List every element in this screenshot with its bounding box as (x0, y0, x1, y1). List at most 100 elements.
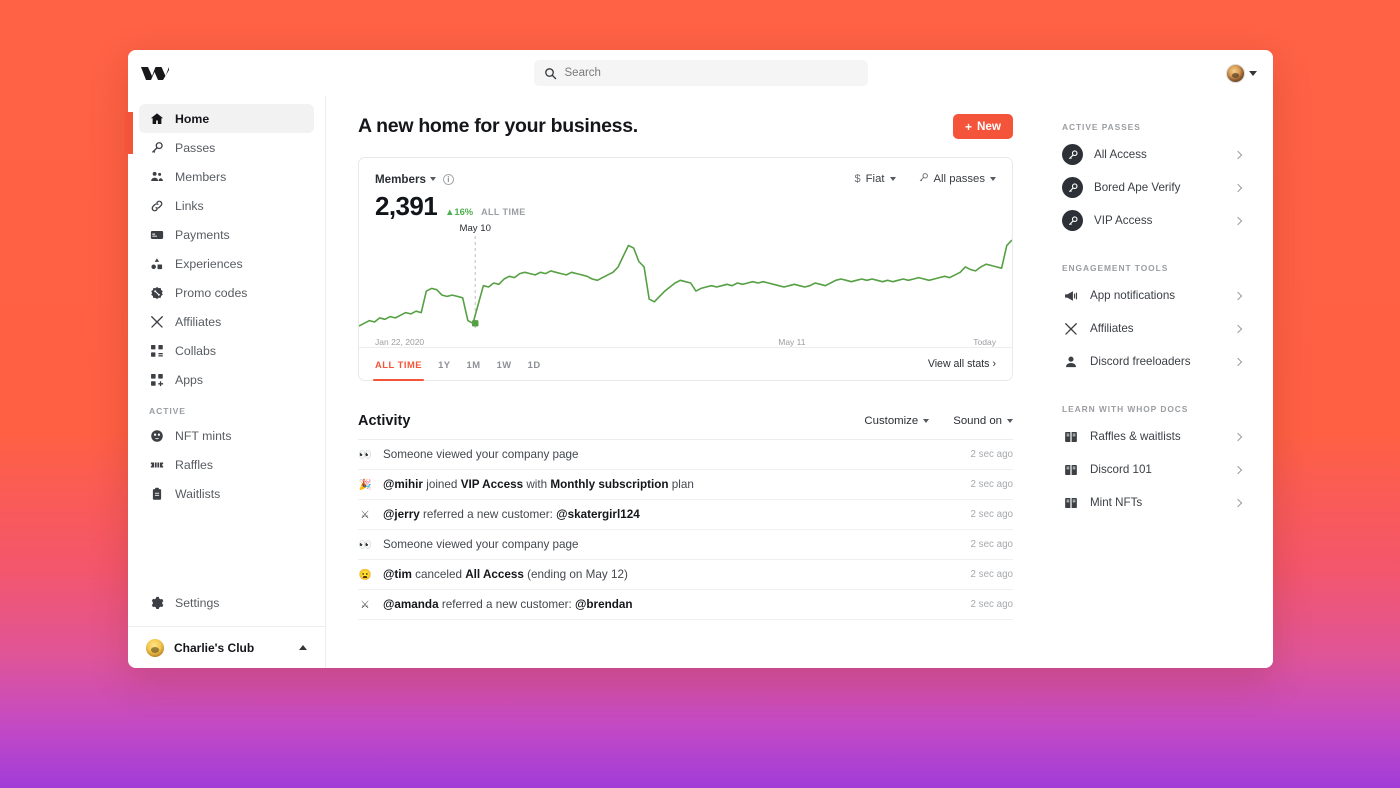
rail-item-all-access[interactable]: All Access (1053, 138, 1249, 171)
passes-filter[interactable]: All passes (918, 172, 996, 186)
activity-row[interactable]: ⚔ @amanda referred a new customer: @brend… (358, 590, 1013, 620)
user-menu[interactable] (1226, 63, 1257, 83)
sidebar-item-payments[interactable]: Payments (139, 220, 314, 249)
currency-filter-label: Fiat (865, 173, 885, 185)
page-title: A new home for your business. (358, 115, 638, 137)
rail-item-raffles-waitlists[interactable]: Raffles & waitlists (1053, 420, 1249, 453)
rail-item-label: App notifications (1090, 289, 1176, 302)
range-tab-1y[interactable]: 1Y (438, 348, 450, 380)
currency-filter[interactable]: $ Fiat (855, 172, 896, 186)
sidebar-item-settings[interactable]: Settings (139, 588, 314, 617)
view-all-label: View all stats (927, 358, 990, 370)
activity-row[interactable]: 😦 @tim canceled All Access (ending on May… (358, 560, 1013, 590)
eyes-emoji: 👀 (358, 449, 372, 461)
rail-item-label: Discord freeloaders (1090, 355, 1191, 368)
activity-timestamp: 2 sec ago (970, 479, 1013, 490)
search-input[interactable] (564, 67, 858, 79)
passes-filter-label: All passes (933, 173, 986, 185)
sidebar-item-label: Collabs (175, 343, 217, 358)
sidebar: Home Passes Members Links Payments Experience… (128, 96, 326, 668)
right-rail: ACTIVE PASSES All Access Bored Ape Verify V… (1043, 114, 1273, 668)
rail-item-label: VIP Access (1094, 214, 1153, 227)
activity-list: 👀 Someone viewed your company page 2 sec a… (358, 439, 1013, 620)
view-all-stats-link[interactable]: View all stats › (928, 358, 996, 370)
rail-item-affiliates[interactable]: Affiliates (1053, 312, 1249, 345)
nft-mint-icon (149, 428, 164, 443)
chevron-right-icon: › (992, 358, 996, 370)
new-button[interactable]: + New (952, 114, 1013, 139)
stat-summary: 2,391 ▲16% ALL TIME (375, 191, 996, 222)
range-tab-1m[interactable]: 1M (467, 348, 481, 380)
activity-timestamp: 2 sec ago (970, 509, 1013, 520)
rail-item-bored-ape-verify[interactable]: Bored Ape Verify (1053, 171, 1249, 204)
sound-dropdown[interactable]: Sound on (953, 415, 1013, 427)
activity-row[interactable]: 👀 Someone viewed your company page 2 sec a… (358, 530, 1013, 560)
sidebar-item-apps[interactable]: Apps (139, 365, 314, 394)
sidebar-item-waitlists[interactable]: Waitlists (139, 479, 314, 508)
home-icon (149, 111, 164, 126)
chart-line-series-members (359, 240, 1012, 326)
crossed-swords-icon (1062, 322, 1079, 336)
activity-row[interactable]: ⚔ @jerry referred a new customer: @skater… (358, 500, 1013, 530)
stats-card: Members i $ Fiat All passes 2,391 ▲16% A… (358, 157, 1013, 381)
rail-item-app-notifications[interactable]: App notifications (1053, 279, 1249, 312)
activity-header: Activity Customize Sound on (358, 413, 1013, 429)
rail-item-discord-freeloaders[interactable]: Discord freeloaders (1053, 345, 1249, 378)
sidebar-item-affiliates[interactable]: Affiliates (139, 307, 314, 336)
sidebar-item-nft-mints[interactable]: NFT mints (139, 421, 314, 450)
range-tab-1d[interactable]: 1D (528, 348, 541, 380)
window-side-accent (125, 112, 133, 154)
activity-row[interactable]: 🎉 @mihir joined VIP Access with Monthly s… (358, 470, 1013, 500)
plus-icon: + (964, 119, 972, 134)
metric-dropdown[interactable]: Members (375, 173, 436, 186)
chevron-right-icon (1233, 324, 1243, 333)
sidebar-item-label: Experiences (175, 256, 243, 271)
chevron-right-icon (1233, 465, 1243, 474)
range-tab-group: ALL TIME 1Y 1M 1W 1D (372, 348, 541, 381)
sidebar-item-experiences[interactable]: Experiences (139, 249, 314, 278)
sidebar-item-collabs[interactable]: Collabs (139, 336, 314, 365)
chevron-down-icon (1007, 419, 1013, 423)
sidebar-item-label: Links (175, 198, 204, 213)
customize-dropdown[interactable]: Customize (864, 415, 930, 427)
new-button-label: New (976, 120, 1001, 133)
rail-item-mint-nfts[interactable]: Mint NFTs (1053, 486, 1249, 519)
sidebar-item-promo-codes[interactable]: Promo codes (139, 278, 314, 307)
rail-item-discord-101[interactable]: Discord 101 (1053, 453, 1249, 486)
sidebar-settings-row: Settings (128, 588, 325, 626)
range-tab-1w[interactable]: 1W (497, 348, 512, 380)
key-circle-icon (1062, 210, 1083, 231)
sidebar-item-label: NFT mints (175, 428, 232, 443)
top-bar (128, 50, 1273, 96)
sidebar-item-label: Waitlists (175, 486, 221, 501)
search-bar[interactable] (533, 60, 868, 86)
axis-tick-start: Jan 22, 2020 (375, 337, 425, 347)
customize-label: Customize (864, 415, 919, 427)
axis-tick-end: Today (973, 337, 996, 347)
sidebar-item-home[interactable]: Home (139, 104, 314, 133)
chart-axis: Jan 22, 2020 May 11 Today (359, 337, 1012, 347)
stat-period: ALL TIME (481, 207, 526, 217)
crossed-swords-emoji: ⚔ (360, 508, 370, 521)
sidebar-item-passes[interactable]: Passes (139, 133, 314, 162)
key-icon (149, 140, 164, 155)
chevron-right-icon (1233, 183, 1243, 192)
whop-logo[interactable] (140, 62, 174, 84)
sidebar-item-raffles[interactable]: Raffles (139, 450, 314, 479)
account-switcher[interactable]: Charlie's Club (128, 626, 325, 668)
rail-item-vip-access[interactable]: VIP Access (1053, 204, 1249, 237)
info-icon[interactable]: i (442, 173, 454, 185)
range-tab-all-time[interactable]: ALL TIME (372, 348, 425, 381)
sidebar-item-members[interactable]: Members (139, 162, 314, 191)
chevron-down-icon (429, 177, 436, 181)
chevron-down-icon (990, 177, 996, 181)
megaphone-icon (1062, 289, 1079, 303)
ticket-icon (149, 457, 164, 472)
activity-row[interactable]: 👀 Someone viewed your company page 2 sec a… (358, 440, 1013, 470)
page-header: A new home for your business. + New (358, 114, 1013, 139)
sidebar-item-links[interactable]: Links (139, 191, 314, 220)
chart-annotation-label: May 10 (456, 223, 494, 234)
rail-item-label: Mint NFTs (1090, 496, 1143, 509)
activity-text: @tim canceled All Access (ending on May … (383, 568, 628, 581)
party-popper-emoji: 🎉 (358, 479, 372, 491)
